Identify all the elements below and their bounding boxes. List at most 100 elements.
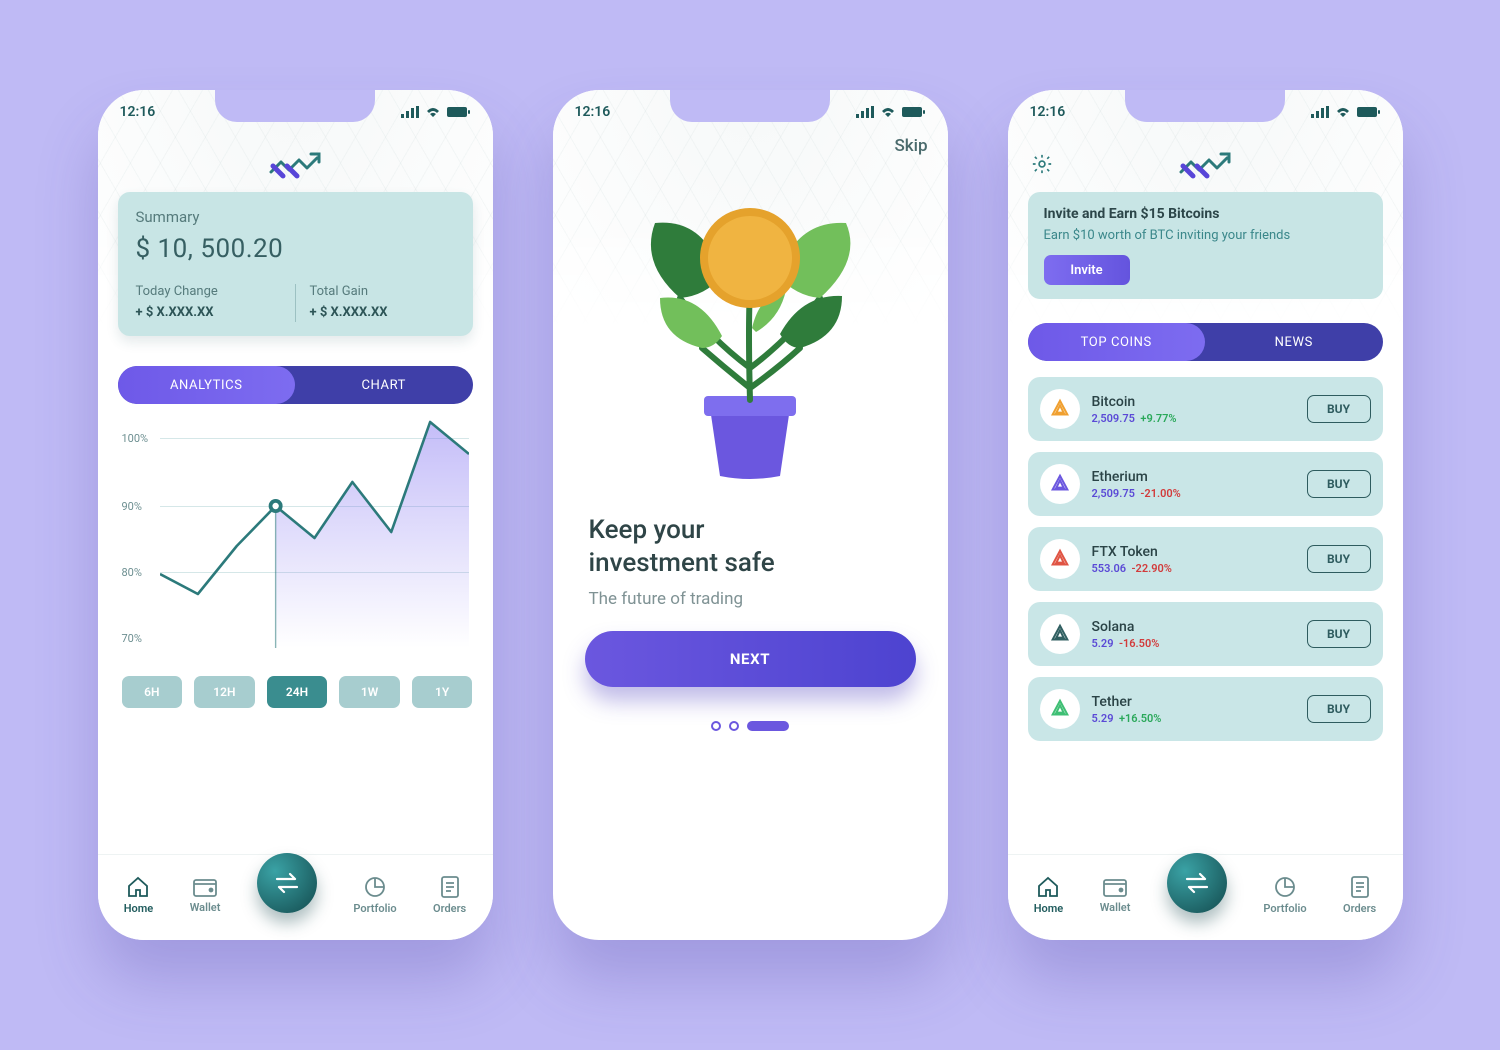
market-tabs: TOP COINS NEWS — [1028, 323, 1383, 361]
buy-button[interactable]: BUY — [1307, 470, 1371, 498]
chart-tick-70: 70% — [122, 632, 142, 645]
range-1w[interactable]: 1W — [339, 676, 400, 708]
nav-orders[interactable]: Orders — [433, 875, 466, 915]
coin-row[interactable]: Bitcoin 2,509.75 +9.77% BUY — [1028, 377, 1383, 441]
home-icon — [1036, 875, 1060, 899]
cellular-icon — [856, 106, 874, 118]
coin-delta: -21.00% — [1140, 487, 1180, 500]
device-notch — [1125, 90, 1285, 122]
today-change-label: Today Change — [136, 284, 281, 299]
coin-delta: +16.50% — [1119, 712, 1161, 725]
onboarding-subtitle: The future of trading — [589, 589, 912, 609]
dashboard-screen: 12:16 Summary $ 10, 500.20 T — [98, 90, 493, 940]
coin-info: Tether 5.29 +16.50% — [1092, 694, 1295, 725]
coin-name: Solana — [1092, 619, 1295, 635]
coin-row[interactable]: Solana 5.29 -16.50% BUY — [1028, 602, 1383, 666]
invite-button[interactable]: Invite — [1044, 255, 1130, 285]
today-change-block: Today Change + $ X.XXX.XX — [136, 284, 281, 322]
coin-icon — [1040, 389, 1080, 429]
cellular-icon — [1311, 106, 1329, 118]
coin-info: Bitcoin 2,509.75 +9.77% — [1092, 394, 1295, 425]
range-24h[interactable]: 24H — [267, 676, 328, 708]
tab-news[interactable]: NEWS — [1205, 323, 1383, 361]
nav-wallet[interactable]: Wallet — [190, 876, 221, 914]
nav-portfolio[interactable]: Portfolio — [1263, 875, 1306, 915]
coin-meta: 2,509.75 -21.00% — [1092, 487, 1295, 500]
settings-button[interactable] — [1028, 150, 1056, 178]
coin-info: FTX Token 553.06 -22.90% — [1092, 544, 1295, 575]
page-dot[interactable] — [729, 721, 739, 731]
orders-icon — [439, 875, 461, 899]
buy-button[interactable]: BUY — [1307, 695, 1371, 723]
coin-price: 2,509.75 — [1092, 412, 1135, 425]
range-1y[interactable]: 1Y — [412, 676, 473, 708]
coin-price: 553.06 — [1092, 562, 1127, 575]
next-button[interactable]: NEXT — [585, 631, 916, 687]
chart-tick-90: 90% — [122, 500, 142, 513]
orders-icon — [1349, 875, 1371, 899]
coin-icon — [1040, 539, 1080, 579]
nav-swap-button[interactable] — [1167, 853, 1227, 913]
coin-meta: 5.29 +16.50% — [1092, 712, 1295, 725]
view-tabs: ANALYTICS CHART — [118, 366, 473, 404]
page-indicator — [573, 721, 928, 731]
nav-swap-button[interactable] — [257, 853, 317, 913]
coin-meta: 2,509.75 +9.77% — [1092, 412, 1295, 425]
summary-card: Summary $ 10, 500.20 Today Change + $ X.… — [118, 192, 473, 336]
status-time: 12:16 — [120, 104, 156, 120]
invite-subtitle: Earn $10 worth of BTC inviting your frie… — [1044, 228, 1367, 243]
coin-delta: -22.90% — [1132, 562, 1172, 575]
onboarding-screen: 12:16 Skip — [553, 90, 948, 940]
device-notch — [215, 90, 375, 122]
onboarding-illustration — [573, 168, 928, 488]
battery-icon — [902, 106, 926, 118]
app-logo — [118, 150, 473, 184]
buy-button[interactable]: BUY — [1307, 545, 1371, 573]
swap-icon — [1183, 872, 1211, 894]
coin-row[interactable]: Etherium 2,509.75 -21.00% BUY — [1028, 452, 1383, 516]
coin-icon — [1040, 689, 1080, 729]
tab-top-coins[interactable]: TOP COINS — [1028, 323, 1206, 361]
status-time: 12:16 — [575, 104, 611, 120]
buy-button[interactable]: BUY — [1307, 620, 1371, 648]
range-selector: 6H 12H 24H 1W 1Y — [122, 676, 473, 708]
home-icon — [126, 875, 150, 899]
invite-card: Invite and Earn $15 Bitcoins Earn $10 wo… — [1028, 192, 1383, 299]
nav-orders[interactable]: Orders — [1343, 875, 1376, 915]
gear-icon — [1031, 153, 1053, 175]
bottom-nav: Home Wallet Portfolio Orders — [1008, 854, 1403, 940]
skip-button[interactable]: Skip — [573, 136, 928, 156]
battery-icon — [447, 106, 471, 118]
total-gain-label: Total Gain — [310, 284, 455, 299]
nav-home[interactable]: Home — [124, 875, 154, 915]
coin-row[interactable]: FTX Token 553.06 -22.90% BUY — [1028, 527, 1383, 591]
nav-home[interactable]: Home — [1034, 875, 1064, 915]
page-dot-current — [747, 721, 789, 731]
piechart-icon — [363, 875, 387, 899]
range-6h[interactable]: 6H — [122, 676, 183, 708]
device-notch — [670, 90, 830, 122]
coin-delta: +9.77% — [1140, 412, 1176, 425]
coin-name: Tether — [1092, 694, 1295, 710]
performance-chart: 100% 90% 80% 70% — [122, 414, 473, 670]
nav-wallet[interactable]: Wallet — [1100, 876, 1131, 914]
wifi-icon — [880, 106, 896, 118]
tab-analytics[interactable]: ANALYTICS — [118, 366, 296, 404]
page-dot[interactable] — [711, 721, 721, 731]
range-12h[interactable]: 12H — [194, 676, 255, 708]
chart-tick-100: 100% — [122, 432, 149, 445]
coin-info: Solana 5.29 -16.50% — [1092, 619, 1295, 650]
nav-portfolio[interactable]: Portfolio — [353, 875, 396, 915]
coin-price: 2,509.75 — [1092, 487, 1135, 500]
tab-chart[interactable]: CHART — [295, 366, 473, 404]
wifi-icon — [1335, 106, 1351, 118]
chart-tick-80: 80% — [122, 566, 142, 579]
coin-info: Etherium 2,509.75 -21.00% — [1092, 469, 1295, 500]
total-gain-value: + $ X.XXX.XX — [310, 305, 455, 320]
total-gain-block: Total Gain + $ X.XXX.XX — [310, 284, 455, 322]
wallet-icon — [1102, 876, 1128, 898]
coin-meta: 553.06 -22.90% — [1092, 562, 1295, 575]
buy-button[interactable]: BUY — [1307, 395, 1371, 423]
coin-row[interactable]: Tether 5.29 +16.50% BUY — [1028, 677, 1383, 741]
coin-name: Bitcoin — [1092, 394, 1295, 410]
